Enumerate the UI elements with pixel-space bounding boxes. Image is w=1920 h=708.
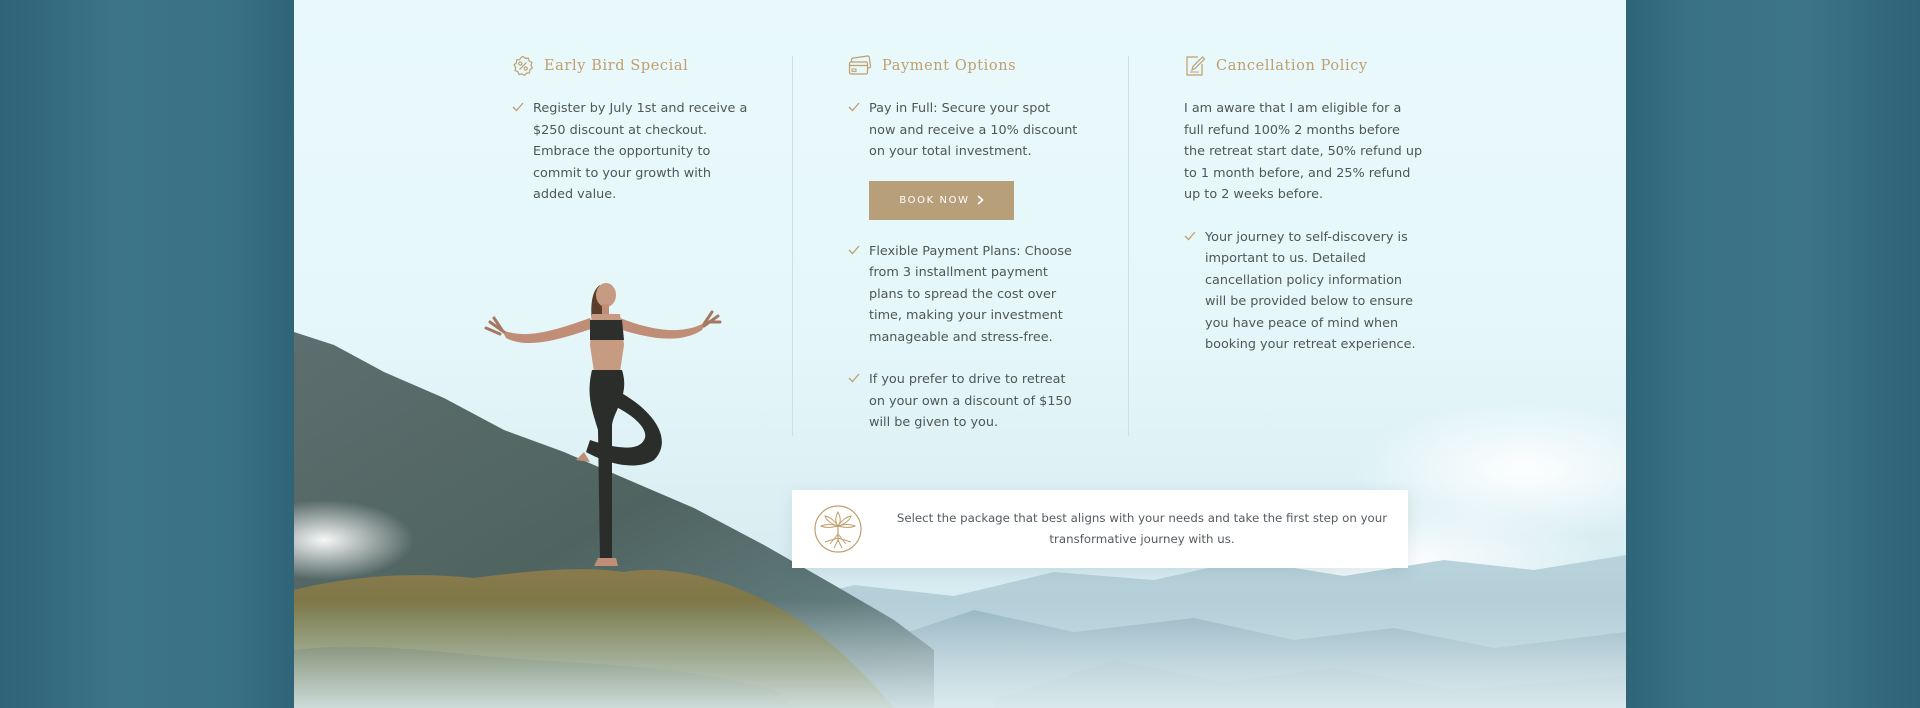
column-divider	[792, 56, 793, 436]
list-item: Your journey to self-discovery is import…	[1184, 227, 1424, 356]
cancellation-info-text: Your journey to self-discovery is import…	[1205, 229, 1416, 353]
chevron-right-icon	[977, 195, 984, 205]
list-item: Pay in Full: Secure your spot now and re…	[848, 98, 1078, 163]
list-item: If you prefer to drive to retreat on you…	[848, 369, 1078, 434]
check-icon	[1184, 231, 1196, 240]
edit-document-icon	[1186, 56, 1206, 76]
book-now-button[interactable]: BOOK NOW	[869, 180, 1014, 220]
cancellation-heading: Cancellation Policy	[1184, 54, 1424, 78]
flexible-payment-text: Flexible Payment Plans: Choose from 3 in…	[869, 243, 1072, 345]
credit-card-icon	[848, 55, 872, 75]
check-icon	[512, 102, 524, 112]
early-bird-column: Early Bird Special Register by July 1st …	[512, 54, 752, 206]
payment-title: Payment Options	[882, 58, 1017, 74]
cancellation-column: Cancellation Policy I am aware that I am…	[1184, 54, 1424, 356]
check-icon	[848, 373, 860, 383]
early-bird-heading: Early Bird Special	[512, 54, 752, 78]
check-icon	[848, 245, 860, 254]
cancellation-intro: I am aware that I am eligible for a full…	[1184, 101, 1423, 202]
pay-in-full-text: Pay in Full: Secure your spot now and re…	[869, 101, 1078, 159]
cancellation-title: Cancellation Policy	[1216, 58, 1368, 74]
early-bird-title: Early Bird Special	[544, 58, 689, 74]
payment-heading: Payment Options	[848, 54, 1078, 78]
payment-options-column: Payment Options Pay in Full: Secure your…	[848, 54, 1078, 434]
list-item: Flexible Payment Plans: Choose from 3 in…	[848, 241, 1078, 349]
book-now-label: BOOK NOW	[899, 194, 970, 206]
column-divider	[1128, 56, 1129, 436]
drive-discount-text: If you prefer to drive to retreat on you…	[869, 372, 1072, 430]
list-item: Register by July 1st and receive a $250 …	[512, 98, 752, 206]
package-info-text: Select the package that best aligns with…	[896, 511, 1388, 546]
retreat-pricing-section: Early Bird Special Register by July 1st …	[294, 0, 1626, 708]
early-bird-text: Register by July 1st and receive a $250 …	[533, 101, 748, 202]
package-info-card: Select the package that best aligns with…	[792, 490, 1408, 568]
check-icon	[848, 102, 860, 112]
lotus-tree-logo-icon	[814, 505, 862, 553]
percent-badge-icon	[513, 55, 534, 77]
